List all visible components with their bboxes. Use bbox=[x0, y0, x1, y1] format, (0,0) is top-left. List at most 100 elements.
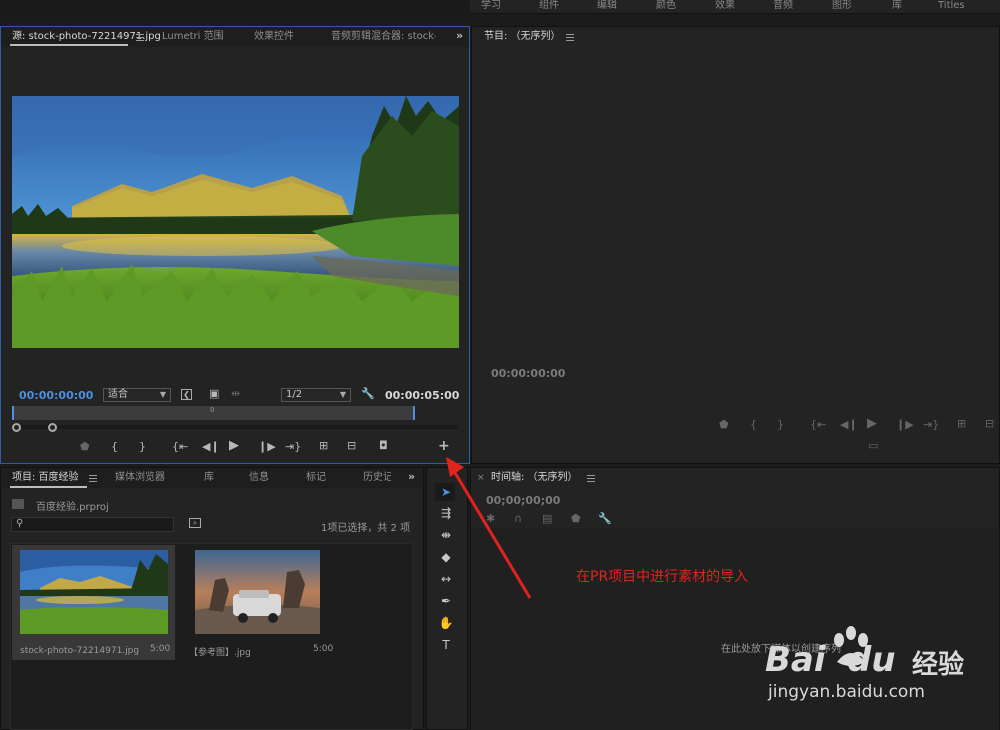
workspace-tab-learn[interactable]: 学习 bbox=[481, 0, 501, 12]
source-timecode-in[interactable]: 00:00:00:00 bbox=[19, 389, 93, 402]
watermark-brand-cn: 经验 bbox=[912, 650, 965, 680]
go-to-out-icon[interactable]: ⇥} bbox=[285, 441, 301, 453]
workspace-bar: 学习 组件 编辑 颜色 效果 音频 图形 库 Titles bbox=[0, 0, 1000, 14]
camera-icon[interactable]: ◘ bbox=[379, 440, 388, 452]
program-timecode[interactable]: 00:00:00:00 bbox=[491, 367, 565, 380]
program-step-back-icon[interactable]: ◀❙ bbox=[840, 419, 858, 431]
program-menu-icon[interactable] bbox=[566, 34, 574, 41]
program-export-frame-icon[interactable]: ▭ bbox=[868, 440, 878, 452]
play-icon[interactable]: ▶ bbox=[229, 439, 239, 452]
workspace-bar-left bbox=[0, 0, 470, 14]
extract-button[interactable]: ⊟ bbox=[985, 418, 994, 430]
tab-info[interactable]: 信息 bbox=[249, 471, 269, 485]
drag-video-icon[interactable]: ⇹ bbox=[231, 388, 240, 400]
selection-status: 1项已选择，共 2 项 bbox=[321, 523, 411, 534]
annotation-arrow bbox=[446, 457, 532, 599]
program-monitor-panel bbox=[471, 26, 1000, 464]
zoom-level-select[interactable]: 适合 ▼ bbox=[103, 388, 171, 402]
watermark-brand-right: du bbox=[847, 640, 896, 680]
wrench-icon[interactable]: 🔧 bbox=[361, 388, 375, 400]
project-item-2-name: 【参考图】.jpg bbox=[189, 648, 251, 658]
source-menu-icon[interactable] bbox=[136, 34, 144, 41]
new-search-bin-icon[interactable]: ⌕ bbox=[189, 518, 201, 528]
workspace-tab-color[interactable]: 颜色 bbox=[656, 0, 676, 12]
workspace-tab-effects[interactable]: 效果 bbox=[715, 0, 735, 12]
timeline-settings-wrench-icon[interactable]: 🔧 bbox=[598, 513, 612, 525]
program-go-to-out-icon[interactable]: ⇥} bbox=[923, 419, 939, 431]
step-forward-icon[interactable]: ❙▶ bbox=[258, 441, 276, 453]
baidu-watermark: Bai du 经验 jingyan.baidu.com bbox=[765, 622, 985, 702]
workspace-tab-graphics[interactable]: 图形 bbox=[832, 0, 852, 12]
workspace-tab-assembly[interactable]: 组件 bbox=[539, 0, 559, 12]
zoom-level-value: 适合 bbox=[108, 389, 128, 400]
playhead-marker[interactable] bbox=[12, 406, 14, 420]
workspace-tab-editing[interactable]: 编辑 bbox=[597, 0, 617, 12]
timeline-menu-icon[interactable] bbox=[587, 475, 595, 482]
source-preview-image[interactable] bbox=[12, 96, 459, 348]
tab-audio-clip-mixer[interactable]: 音频剪辑混合器: stock- bbox=[331, 30, 436, 44]
out-point-marker[interactable] bbox=[413, 406, 415, 420]
lift-button[interactable]: ⊞ bbox=[957, 418, 966, 430]
program-step-forward-icon[interactable]: ❙▶ bbox=[896, 419, 914, 431]
insert-icon[interactable]: ❮ bbox=[181, 389, 192, 400]
tab-source-underline bbox=[10, 44, 128, 46]
overwrite-button[interactable]: ⊟ bbox=[347, 440, 356, 452]
tab-project[interactable]: 项目: 百度经验 bbox=[12, 471, 79, 485]
tab-lumetri-scopes[interactable]: Lumetri 范围 bbox=[162, 30, 224, 44]
mark-out-icon[interactable]: } bbox=[139, 441, 146, 453]
project-item-2[interactable]: 【参考图】.jpg 5:00 bbox=[180, 545, 337, 660]
project-more-panels-icon[interactable]: » bbox=[408, 470, 415, 483]
watermark-brand-left: Bai bbox=[765, 640, 826, 680]
tab-project-underline bbox=[10, 486, 87, 488]
tab-media-browser[interactable]: 媒体浏览器 bbox=[115, 471, 165, 485]
tab-markers[interactable]: 标记 bbox=[306, 471, 326, 485]
tab-effect-controls[interactable]: 效果控件 bbox=[254, 30, 294, 44]
hand-tool-icon[interactable]: ✋ bbox=[437, 615, 455, 631]
program-mark-in-icon[interactable]: { bbox=[750, 419, 757, 431]
program-add-marker-icon[interactable]: ⬟ bbox=[719, 419, 729, 431]
project-search-input[interactable]: ⚲ bbox=[11, 517, 174, 532]
search-icon: ⚲ bbox=[16, 518, 24, 529]
zoom-scrollbar-track[interactable] bbox=[14, 425, 458, 429]
thumbnail-reference bbox=[195, 550, 320, 634]
program-play-icon[interactable]: ▶ bbox=[867, 417, 877, 430]
landscape-photo bbox=[12, 96, 459, 348]
workspace-tab-libraries[interactable]: 库 bbox=[892, 0, 902, 12]
type-tool-icon[interactable]: T bbox=[437, 637, 455, 653]
thumbnail-landscape bbox=[20, 550, 168, 634]
project-item-1[interactable]: stock-photo-72214971.jpg 5:00 bbox=[12, 545, 175, 660]
workspace-tab-titles[interactable]: Titles bbox=[938, 0, 965, 12]
chevron-down-icon: ▼ bbox=[339, 390, 346, 399]
workspace-tab-audio[interactable]: 音频 bbox=[773, 0, 793, 12]
ruler-marker-label: 0 bbox=[210, 406, 215, 414]
project-item-2-duration: 5:00 bbox=[313, 644, 334, 654]
tab-libraries[interactable]: 库 bbox=[204, 471, 214, 485]
zoom-handle-left[interactable] bbox=[12, 423, 21, 432]
project-file-name: 百度经验.prproj bbox=[36, 502, 109, 513]
zoom-handle-right[interactable] bbox=[48, 423, 57, 432]
add-marker-icon[interactable]: ⬟ bbox=[80, 441, 90, 453]
program-go-to-in-icon[interactable]: {⇤ bbox=[810, 419, 826, 431]
insert-button[interactable]: ⊞ bbox=[319, 440, 328, 452]
project-file-icon bbox=[12, 499, 24, 509]
project-item-1-name: stock-photo-72214971.jpg bbox=[20, 646, 140, 656]
source-timecode-duration: 00:00:05:00 bbox=[385, 389, 460, 402]
annotation-text: 在PR项目中进行素材的导入 bbox=[576, 569, 749, 585]
resolution-select[interactable]: 1/2 ▼ bbox=[281, 388, 351, 402]
mark-in-icon[interactable]: { bbox=[111, 441, 118, 453]
nest-icon[interactable]: ▤ bbox=[542, 513, 552, 525]
more-panels-icon[interactable]: » bbox=[456, 29, 463, 42]
button-editor-add-icon[interactable]: + bbox=[438, 439, 450, 453]
step-back-icon[interactable]: ◀❙ bbox=[202, 441, 220, 453]
project-item-1-duration: 5:00 bbox=[150, 644, 171, 654]
watermark-url: jingyan.baidu.com bbox=[768, 682, 925, 702]
program-mark-out-icon[interactable]: } bbox=[777, 419, 784, 431]
timeline-marker-icon[interactable]: ⬟ bbox=[571, 513, 581, 525]
go-to-in-icon[interactable]: {⇤ bbox=[172, 441, 188, 453]
program-monitor-title[interactable]: 节目: （无序列） bbox=[484, 30, 561, 44]
project-menu-icon[interactable] bbox=[89, 475, 97, 482]
export-frame-icon[interactable]: ▣ bbox=[209, 388, 219, 400]
tab-history[interactable]: 历史记 bbox=[363, 471, 391, 485]
resolution-value: 1/2 bbox=[286, 389, 303, 400]
chevron-down-icon: ▼ bbox=[159, 390, 166, 399]
